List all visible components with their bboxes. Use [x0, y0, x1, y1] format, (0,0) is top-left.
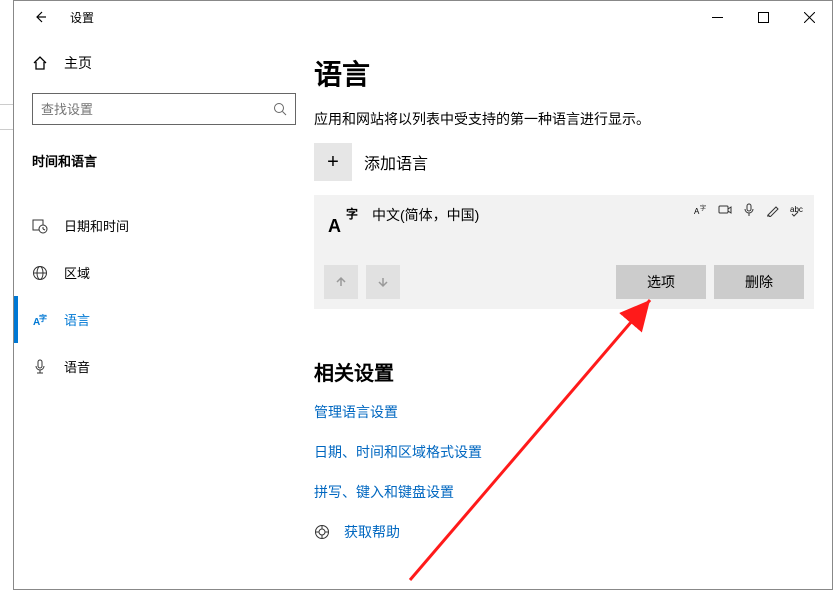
language-card[interactable]: 字A 中文(简体，中国) A字 abc 选项 [314, 195, 814, 309]
help-label: 获取帮助 [344, 522, 400, 542]
maximize-button[interactable] [740, 1, 786, 33]
move-down-button[interactable] [366, 265, 400, 299]
home-nav[interactable]: 主页 [20, 45, 308, 81]
link-manage-language[interactable]: 管理语言设置 [314, 402, 814, 422]
search-icon [273, 102, 287, 116]
sidebar-item-language[interactable]: A字 语言 [14, 296, 308, 343]
search-input[interactable] [41, 102, 273, 117]
window-title: 设置 [70, 9, 94, 26]
get-help-link[interactable]: 获取帮助 [314, 522, 814, 542]
remove-button[interactable]: 删除 [714, 265, 804, 299]
help-icon [314, 524, 330, 540]
back-button[interactable] [30, 7, 50, 27]
microphone-icon [32, 359, 48, 375]
sidebar-item-speech[interactable]: 语音 [14, 343, 308, 390]
add-language-label: 添加语言 [364, 150, 428, 174]
home-icon [32, 55, 48, 71]
link-date-region-format[interactable]: 日期、时间和区域格式设置 [314, 442, 814, 462]
display-language-icon: A字 [694, 203, 708, 217]
titlebar: 设置 [14, 1, 832, 33]
spellcheck-icon: abc [790, 203, 804, 217]
sidebar-item-region[interactable]: 区域 [14, 249, 308, 296]
content-area: 语言 应用和网站将以列表中受支持的第一种语言进行显示。 + 添加语言 字A 中文… [314, 33, 832, 589]
page-title: 语言 [314, 53, 814, 93]
page-description: 应用和网站将以列表中受支持的第一种语言进行显示。 [314, 109, 814, 129]
left-window-edge [0, 104, 13, 130]
text-to-speech-icon [718, 203, 732, 217]
svg-text:字: 字 [700, 204, 706, 212]
svg-text:abc: abc [790, 205, 803, 214]
move-up-button[interactable] [324, 265, 358, 299]
language-icon: A字 [32, 312, 48, 328]
close-button[interactable] [786, 1, 832, 33]
settings-window: 设置 主页 时间和语言 日期和时间 区域 [13, 0, 833, 590]
home-label: 主页 [64, 53, 92, 73]
language-card-actions: 选项 删除 [324, 265, 804, 299]
globe-icon [32, 265, 48, 281]
language-card-header: 字A 中文(简体，中国) A字 abc [324, 203, 804, 241]
related-settings-title: 相关设置 [314, 357, 814, 386]
sidebar-category: 时间和语言 [20, 141, 308, 180]
sidebar-item-label: 日期和时间 [64, 216, 129, 235]
svg-text:字: 字 [39, 313, 47, 323]
language-icon: 字A [324, 203, 362, 241]
sidebar-item-label: 语言 [64, 310, 90, 329]
sidebar-item-label: 区域 [64, 263, 90, 282]
sidebar: 主页 时间和语言 日期和时间 区域 A字 语言 语音 [14, 33, 314, 589]
language-name: 中文(简体，中国) [372, 203, 479, 225]
calendar-clock-icon [32, 218, 48, 234]
window-controls [694, 1, 832, 33]
options-button[interactable]: 选项 [616, 265, 706, 299]
handwriting-icon [766, 203, 780, 217]
window-body: 主页 时间和语言 日期和时间 区域 A字 语言 语音 [14, 33, 832, 589]
speech-icon [742, 203, 756, 217]
link-spelling-typing[interactable]: 拼写、键入和键盘设置 [314, 482, 814, 502]
language-feature-icons: A字 abc [694, 203, 804, 217]
add-language-button[interactable]: + 添加语言 [314, 143, 814, 181]
sidebar-item-datetime[interactable]: 日期和时间 [14, 202, 308, 249]
plus-icon: + [314, 143, 352, 181]
search-box[interactable] [32, 93, 296, 125]
minimize-button[interactable] [694, 1, 740, 33]
sidebar-item-label: 语音 [64, 357, 90, 376]
